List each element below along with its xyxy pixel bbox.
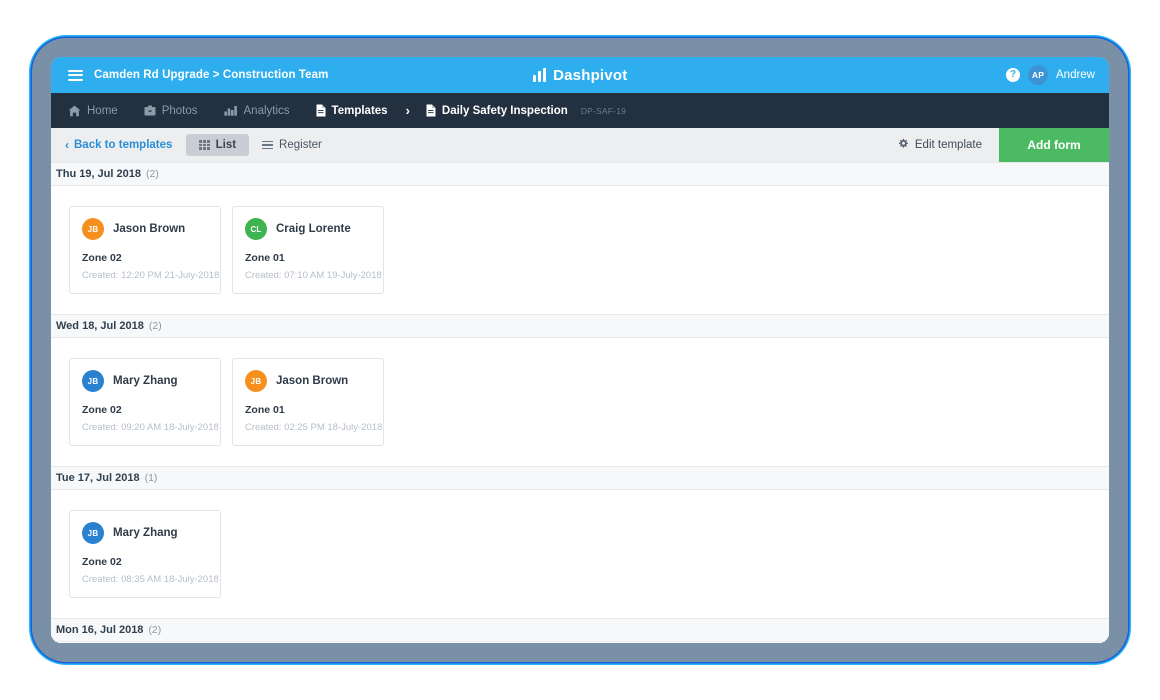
document-icon bbox=[426, 104, 436, 117]
form-card-zone: Zone 02 bbox=[82, 404, 122, 416]
date-group-label: Thu 19, Jul 2018 bbox=[56, 168, 141, 180]
hamburger-icon[interactable] bbox=[68, 69, 83, 81]
app-brand: Dashpivot bbox=[505, 67, 655, 84]
form-card-header: JB Mary Zhang bbox=[82, 522, 208, 544]
tablet-screen: Camden Rd Upgrade > Construction Team Da… bbox=[51, 57, 1109, 643]
avatar[interactable]: AP bbox=[1028, 65, 1048, 85]
project-breadcrumb[interactable]: Camden Rd Upgrade > Construction Team bbox=[94, 69, 328, 81]
form-card-header: JB Mary Zhang bbox=[82, 370, 208, 392]
photos-icon bbox=[144, 105, 156, 116]
form-card-row: JB Mary Zhang Zone 02 Created: 09:20 AM 18-… bbox=[51, 338, 1109, 466]
form-card-zone: Zone 02 bbox=[82, 556, 122, 568]
edit-template-button[interactable]: Edit template bbox=[880, 128, 999, 162]
document-icon bbox=[316, 104, 326, 117]
nav-item-photos[interactable]: Photos bbox=[144, 105, 198, 117]
tablet-device-frame: Camden Rd Upgrade > Construction Team Da… bbox=[32, 38, 1128, 662]
form-card-row: JB Mary Zhang Zone 02 Created: 08:35 AM 18-… bbox=[51, 490, 1109, 618]
nav-item-photos-label: Photos bbox=[161, 104, 198, 117]
date-group-count: (1) bbox=[144, 472, 158, 484]
avatar: JB bbox=[82, 218, 104, 240]
form-card-zone: Zone 01 bbox=[245, 252, 285, 264]
form-card-header: CL Craig Lorente bbox=[245, 218, 371, 240]
edit-template-label: Edit template bbox=[914, 139, 982, 151]
brand-name: Dashpivot bbox=[553, 66, 628, 84]
add-form-button[interactable]: Add form bbox=[999, 128, 1109, 162]
form-card[interactable]: CL Craig Lorente Zone 01 Created: 07:10 AM … bbox=[232, 206, 384, 294]
current-document-code: DP-SAF-19 bbox=[580, 105, 627, 116]
nav-item-home[interactable]: Home bbox=[68, 105, 118, 117]
form-card-created: Created: 02:25 PM 18-July-2018 bbox=[245, 422, 383, 433]
form-card[interactable]: JB Jason Brown Zone 01 Created: 02:25 PM 18… bbox=[232, 358, 384, 446]
help-icon[interactable]: ? bbox=[1006, 68, 1020, 82]
view-toolbar: ‹ Back to templates List Register Edit t… bbox=[51, 128, 1109, 162]
date-group-count: (2) bbox=[145, 168, 159, 180]
tab-register-label: Register bbox=[279, 139, 322, 151]
form-card-author: Jason Brown bbox=[113, 223, 186, 235]
form-card-row: JB Jason Brown Zone 02 Created: 12:20 PM 21… bbox=[51, 186, 1109, 314]
avatar: CL bbox=[245, 218, 267, 240]
date-group-header: Wed 18, Jul 2018 (2) bbox=[51, 314, 1109, 338]
date-group-label: Wed 18, Jul 2018 bbox=[56, 320, 144, 332]
form-card-created: Created: 09:20 AM 18-July-2018 bbox=[82, 422, 219, 433]
date-group-count: (2) bbox=[148, 320, 162, 332]
gear-icon bbox=[897, 138, 909, 153]
form-card-created: Created: 07:10 AM 19-July-2018 bbox=[245, 270, 382, 281]
form-card-author: Craig Lorente bbox=[276, 223, 351, 235]
form-card-zone: Zone 02 bbox=[82, 252, 122, 264]
analytics-icon bbox=[223, 105, 238, 116]
view-mode-tabs: List Register bbox=[186, 128, 334, 162]
date-group-header: Mon 16, Jul 2018 (2) bbox=[51, 618, 1109, 642]
back-to-templates-button[interactable]: ‹ Back to templates bbox=[51, 128, 186, 162]
grid-icon bbox=[199, 139, 210, 151]
app-topbar: Camden Rd Upgrade > Construction Team Da… bbox=[51, 57, 1109, 93]
form-card-created: Created: 12:20 PM 21-July-2018 bbox=[82, 270, 220, 281]
nav-item-templates[interactable]: Templates bbox=[316, 104, 388, 117]
date-group-label: Tue 17, Jul 2018 bbox=[56, 472, 140, 484]
tab-list[interactable]: List bbox=[186, 134, 250, 156]
avatar: JB bbox=[245, 370, 267, 392]
form-card-row: JBJason BrownJBMary Zhang bbox=[51, 642, 1109, 643]
back-to-templates-label: Back to templates bbox=[74, 139, 173, 151]
chevron-left-icon: ‹ bbox=[65, 138, 69, 152]
form-card-author: Mary Zhang bbox=[113, 527, 178, 539]
forms-list-content: Thu 19, Jul 2018 (2) JB Jason Brown Zone 02 C… bbox=[51, 162, 1109, 643]
tab-register[interactable]: Register bbox=[249, 134, 335, 156]
form-card-author: Mary Zhang bbox=[113, 375, 178, 387]
home-icon bbox=[68, 105, 81, 117]
nav-item-templates-label: Templates bbox=[331, 104, 388, 117]
tab-list-label: List bbox=[215, 139, 237, 151]
avatar: JB bbox=[82, 522, 104, 544]
lines-icon bbox=[262, 140, 274, 150]
topbar-right-group: ? AP Andrew bbox=[1006, 65, 1095, 85]
nav-item-analytics-label: Analytics bbox=[243, 104, 290, 117]
form-card-created: Created: 08:35 AM 18-July-2018 bbox=[82, 574, 219, 585]
user-name-label[interactable]: Andrew bbox=[1056, 69, 1095, 81]
nav-item-home-label: Home bbox=[87, 104, 118, 117]
nav-item-analytics[interactable]: Analytics bbox=[223, 104, 290, 117]
date-group-label: Mon 16, Jul 2018 bbox=[56, 624, 144, 636]
form-card[interactable]: JB Jason Brown Zone 02 Created: 12:20 PM 21… bbox=[69, 206, 221, 294]
bar-chart-icon bbox=[532, 68, 547, 82]
toolbar-actions: Edit template Add form bbox=[880, 128, 1109, 162]
chevron-right-icon: › bbox=[405, 103, 410, 118]
form-card-zone: Zone 01 bbox=[245, 404, 285, 416]
form-card-header: JB Jason Brown bbox=[245, 370, 371, 392]
avatar: JB bbox=[82, 370, 104, 392]
main-navbar: Home Photos Analytics Templates › Daily … bbox=[51, 93, 1109, 128]
form-card[interactable]: JB Mary Zhang Zone 02 Created: 09:20 AM 18-… bbox=[69, 358, 221, 446]
form-card-header: JB Jason Brown bbox=[82, 218, 208, 240]
date-group-header: Tue 17, Jul 2018 (1) bbox=[51, 466, 1109, 490]
date-group-count: (2) bbox=[148, 624, 162, 636]
form-card-author: Jason Brown bbox=[276, 375, 349, 387]
nav-item-current-document[interactable]: Daily Safety Inspection DP-SAF-19 bbox=[426, 104, 626, 117]
date-group-header: Thu 19, Jul 2018 (2) bbox=[51, 162, 1109, 186]
form-card[interactable]: JB Mary Zhang Zone 02 Created: 08:35 AM 18-… bbox=[69, 510, 221, 598]
current-document-title: Daily Safety Inspection bbox=[441, 104, 568, 117]
